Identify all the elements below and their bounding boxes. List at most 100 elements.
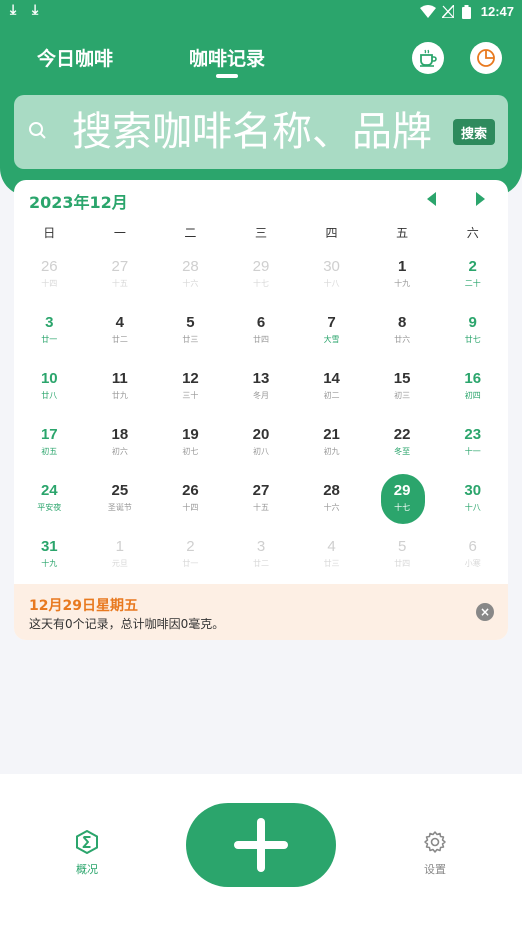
battery-icon bbox=[462, 5, 471, 19]
lunar-label: 初九 bbox=[323, 447, 340, 456]
lunar-label: 廿三 bbox=[182, 335, 199, 344]
day-number: 1 bbox=[397, 258, 407, 275]
calendar-day[interactable]: 29 十七 bbox=[232, 250, 290, 302]
calendar-day[interactable]: 2 廿一 bbox=[161, 530, 219, 582]
search-input[interactable] bbox=[72, 105, 452, 159]
calendar-day[interactable]: 1 元旦 bbox=[91, 530, 149, 582]
calendar-day[interactable]: 13 冬月 bbox=[232, 362, 290, 414]
lunar-label: 廿七 bbox=[464, 335, 481, 344]
search-button[interactable]: 搜索 bbox=[453, 119, 495, 145]
calendar-day[interactable]: 1 十九 bbox=[373, 250, 431, 302]
calendar-day-selected[interactable]: 29 十七 bbox=[373, 474, 431, 526]
lunar-label: 元旦 bbox=[111, 559, 128, 568]
day-number: 29 bbox=[252, 258, 270, 275]
lunar-label: 十八 bbox=[464, 503, 481, 512]
calendar-day[interactable]: 9 廿七 bbox=[444, 306, 502, 358]
day-number: 6 bbox=[468, 538, 477, 555]
day-number: 16 bbox=[464, 370, 482, 387]
weekday-label: 一 bbox=[113, 226, 126, 240]
gear-icon bbox=[424, 831, 446, 853]
calendar-day[interactable]: 6 廿四 bbox=[232, 306, 290, 358]
day-number: 17 bbox=[40, 426, 58, 443]
calendar-day[interactable]: 23 十一 bbox=[444, 418, 502, 470]
prev-month-button[interactable] bbox=[424, 191, 440, 207]
calendar-day[interactable]: 22 冬至 bbox=[373, 418, 431, 470]
calendar-day[interactable]: 17 初五 bbox=[20, 418, 78, 470]
day-number: 15 bbox=[393, 370, 411, 387]
day-number: 20 bbox=[252, 426, 270, 443]
day-number: 12 bbox=[182, 370, 199, 387]
status-time: 12:47 bbox=[480, 4, 514, 19]
nav-settings[interactable]: 设置 bbox=[405, 830, 465, 877]
tab-today-coffee[interactable]: 今日咖啡 bbox=[37, 44, 113, 71]
calendar-day[interactable]: 4 廿三 bbox=[303, 530, 361, 582]
day-number: 29 bbox=[393, 482, 411, 499]
lunar-label: 十四 bbox=[41, 279, 58, 288]
calendar-day[interactable]: 3 廿一 bbox=[20, 306, 78, 358]
calendar-day[interactable]: 2 二十 bbox=[444, 250, 502, 302]
calendar-day[interactable]: 15 初三 bbox=[373, 362, 431, 414]
lunar-label: 初七 bbox=[182, 447, 199, 456]
weekday-label: 三 bbox=[254, 226, 267, 240]
calendar-day[interactable]: 27 十五 bbox=[91, 250, 149, 302]
calendar-day[interactable]: 5 廿三 bbox=[161, 306, 219, 358]
lunar-label: 廿一 bbox=[182, 559, 199, 568]
add-record-button[interactable] bbox=[186, 803, 336, 887]
calendar-day[interactable]: 31 十九 bbox=[20, 530, 78, 582]
calendar-day[interactable]: 28 十六 bbox=[303, 474, 361, 526]
day-number: 2 bbox=[186, 538, 195, 555]
calendar-day[interactable]: 16 初四 bbox=[444, 362, 502, 414]
nav-overview-label: 概况 bbox=[76, 863, 98, 876]
day-number: 10 bbox=[40, 370, 58, 387]
calendar-day[interactable]: 6 小寒 bbox=[444, 530, 502, 582]
calendar-day[interactable]: 10 廿八 bbox=[20, 362, 78, 414]
day-number: 21 bbox=[323, 426, 340, 443]
calendar-day[interactable]: 12 三十 bbox=[161, 362, 219, 414]
day-number: 25 bbox=[111, 482, 129, 499]
calendar-day[interactable]: 8 廿六 bbox=[373, 306, 431, 358]
calendar-day[interactable]: 14 初二 bbox=[303, 362, 361, 414]
calendar-day[interactable]: 26 十四 bbox=[161, 474, 219, 526]
day-number: 1 bbox=[115, 538, 125, 555]
day-number: 5 bbox=[397, 538, 407, 555]
calendar-day[interactable]: 20 初八 bbox=[232, 418, 290, 470]
calendar-day[interactable]: 7 大雪 bbox=[303, 306, 361, 358]
calendar-day[interactable]: 27 十五 bbox=[232, 474, 290, 526]
calendar-day[interactable]: 24 平安夜 bbox=[20, 474, 78, 526]
coffee-button[interactable] bbox=[412, 42, 444, 74]
calendar-day[interactable]: 30 十八 bbox=[303, 250, 361, 302]
weekday-header: 日一二三四五六 bbox=[14, 224, 508, 244]
calendar-day[interactable]: 11 廿九 bbox=[91, 362, 149, 414]
nav-overview[interactable]: 概况 bbox=[57, 829, 117, 877]
calendar-day[interactable]: 30 十八 bbox=[444, 474, 502, 526]
calendar-day[interactable]: 4 廿二 bbox=[91, 306, 149, 358]
statistics-button[interactable] bbox=[470, 42, 502, 74]
calendar-day[interactable]: 26 十四 bbox=[20, 250, 78, 302]
weekday-label: 四 bbox=[325, 226, 338, 240]
close-button[interactable]: × bbox=[476, 603, 494, 621]
lunar-label: 冬至 bbox=[394, 447, 411, 456]
day-number: 28 bbox=[323, 482, 340, 499]
lunar-label: 冬月 bbox=[253, 391, 269, 400]
tab-coffee-record[interactable]: 咖啡记录 bbox=[189, 44, 265, 71]
calendar-day[interactable]: 28 十六 bbox=[161, 250, 219, 302]
weekday-label: 六 bbox=[466, 226, 479, 240]
day-number: 3 bbox=[256, 538, 266, 555]
lunar-label: 初三 bbox=[394, 391, 411, 400]
calendar-day[interactable]: 25 圣诞节 bbox=[91, 474, 149, 526]
calendar-day[interactable]: 21 初九 bbox=[303, 418, 361, 470]
weekday-label: 五 bbox=[396, 226, 409, 240]
lunar-label: 十八 bbox=[323, 279, 340, 288]
lunar-label: 十六 bbox=[182, 279, 199, 288]
calendar-day[interactable]: 19 初七 bbox=[161, 418, 219, 470]
calendar-day[interactable]: 3 廿二 bbox=[232, 530, 290, 582]
next-month-button[interactable] bbox=[472, 191, 488, 207]
calendar-day[interactable]: 18 初六 bbox=[91, 418, 149, 470]
pie-chart-icon bbox=[477, 49, 495, 67]
search-icon bbox=[29, 122, 46, 139]
day-number: 22 bbox=[393, 426, 411, 443]
day-number: 14 bbox=[323, 370, 340, 387]
triangle-right-icon bbox=[476, 192, 485, 206]
calendar-day[interactable]: 5 廿四 bbox=[373, 530, 431, 582]
lunar-label: 初五 bbox=[41, 447, 58, 456]
